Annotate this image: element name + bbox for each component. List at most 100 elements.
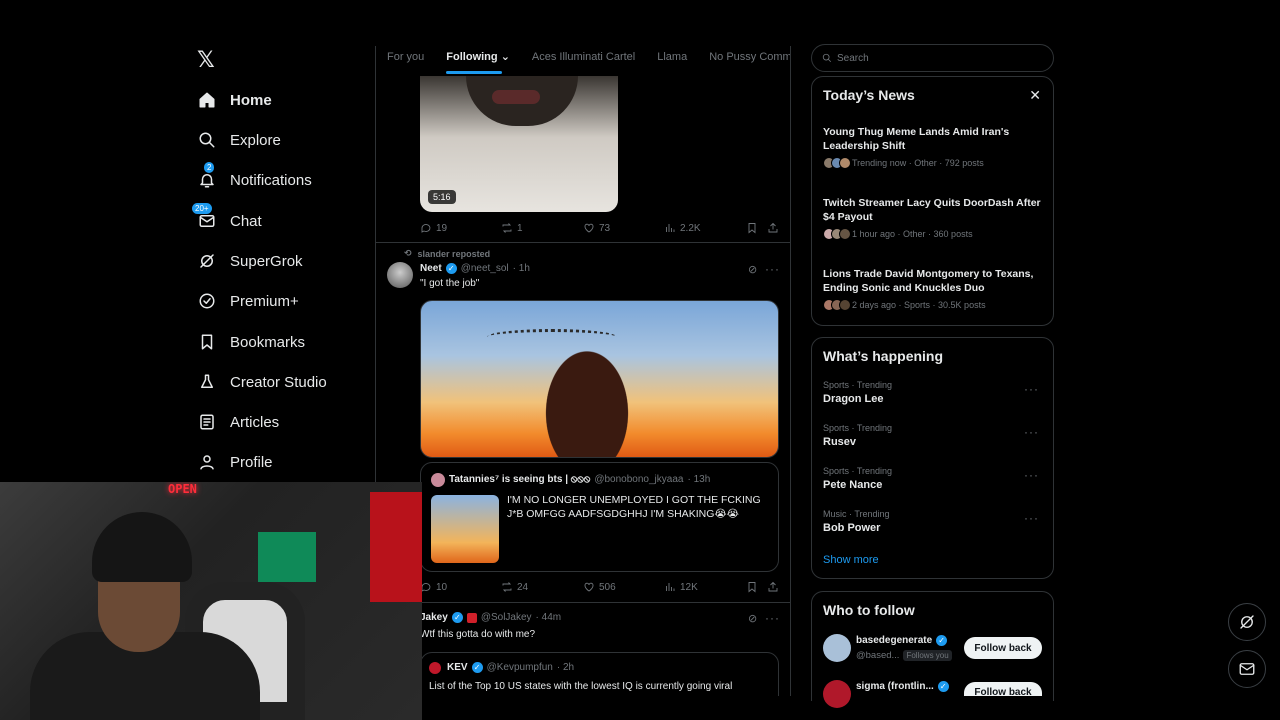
nav-home-label: Home (230, 91, 272, 109)
avatar[interactable] (823, 634, 851, 662)
nav-explore[interactable]: Explore (198, 126, 281, 154)
avatar[interactable] (387, 262, 413, 288)
repost-button[interactable]: 24 (501, 581, 528, 593)
share-button[interactable] (767, 581, 779, 593)
follow-back-button[interactable]: Follow back (964, 637, 1042, 659)
x-logo-icon[interactable]: 𝕏 (197, 48, 215, 73)
avatars-group (823, 157, 851, 169)
nav-bookmarks[interactable]: Bookmarks (198, 328, 305, 356)
verified-icon: ✓ (451, 612, 463, 623)
views-button[interactable]: 2.2K (664, 222, 701, 234)
news-item[interactable]: Twitch Streamer Lacy Quits DoorDash Afte… (823, 196, 1045, 240)
repost-icon (502, 582, 512, 592)
bookmark-icon (748, 223, 756, 234)
nav-chat-label: Chat (230, 212, 262, 230)
grok-icon[interactable]: ⊘ (748, 263, 757, 276)
reply-button[interactable]: 10 (420, 581, 447, 593)
repost-by-label[interactable]: slander reposted (418, 249, 491, 259)
more-icon[interactable]: ··· (1024, 511, 1039, 525)
follow-handle-row: @based... Follows you (856, 650, 952, 661)
quote-author-name: Tatannies⁷ is seeing bts | ⦸⦸⦸ (449, 474, 591, 485)
tab-no-pussy[interactable]: No Pussy Comme (709, 46, 790, 76)
timeline-feed[interactable]: For you Following ⌄ Aces Illuminati Cart… (375, 46, 791, 696)
more-icon[interactable]: ··· (765, 611, 784, 625)
todays-news-card: Today’s News ✕ Young Thug Meme Lands Ami… (811, 76, 1054, 326)
like-button[interactable]: 73 (583, 222, 610, 234)
who-to-follow-card: Who to follow basedegenerate ✓ @based...… (811, 591, 1054, 708)
more-icon[interactable]: ··· (765, 262, 784, 276)
grok-fab-button[interactable] (1228, 603, 1266, 641)
quote-time: · 13h (687, 474, 711, 485)
grok-icon[interactable]: ⊘ (748, 612, 757, 625)
search-bar[interactable] (811, 44, 1054, 72)
heart-icon (584, 582, 594, 592)
nav-chat[interactable]: 20+ Chat (192, 203, 262, 235)
tab-llama[interactable]: Llama (657, 46, 687, 76)
video-mouth (492, 90, 540, 104)
nav-creator-studio[interactable]: Creator Studio (198, 368, 327, 396)
author-name[interactable]: Neet (420, 263, 442, 274)
author-name[interactable]: Jakey (420, 612, 448, 623)
timeline-tabs: For you Following ⌄ Aces Illuminati Cart… (376, 46, 790, 76)
bell-icon (200, 174, 214, 188)
tab-aces-illuminati-cartel[interactable]: Aces Illuminati Cartel (532, 46, 635, 76)
bookmark-button[interactable] (746, 222, 758, 234)
quote-tweet[interactable]: KEV ✓ @Kevpumpfun · 2h List of the Top 1… (420, 652, 779, 696)
follow-name[interactable]: sigma (frontlin... (856, 681, 934, 692)
verified-badge-icon (199, 293, 215, 309)
reply-button[interactable]: 19 (420, 222, 447, 234)
trend-item[interactable]: Sports · Trending Dragon Lee ··· (823, 380, 1045, 405)
share-button[interactable] (767, 222, 779, 234)
more-icon[interactable]: ··· (1024, 468, 1039, 482)
follow-name-row: sigma (frontlin... ✓ (856, 681, 949, 692)
post-image[interactable] (420, 300, 779, 458)
news-item[interactable]: Young Thug Meme Lands Amid Iran's Leader… (823, 125, 1045, 169)
tab-following[interactable]: Following ⌄ (446, 46, 510, 76)
quote-time: · 2h (556, 662, 575, 673)
more-icon[interactable]: ··· (1024, 382, 1039, 396)
author-handle[interactable]: @SolJakey (481, 612, 532, 623)
nav-supergrok[interactable]: SuperGrok (198, 247, 303, 275)
trend-item[interactable]: Sports · Trending Pete Nance ··· (823, 466, 1045, 491)
share-icon (768, 581, 778, 592)
news-item-title: Young Thug Meme Lands Amid Iran's Leader… (823, 126, 1010, 152)
post-time[interactable]: · 44m (536, 612, 562, 623)
repost-indicator: ⟲ slander reposted (404, 248, 490, 259)
author-handle[interactable]: @neet_sol (461, 263, 509, 274)
trend-category: Music · Trending (823, 509, 890, 519)
quote-tweet[interactable]: Tatannies⁷ is seeing bts | ⦸⦸⦸ @bonobono… (420, 462, 779, 572)
messages-fab-button[interactable] (1228, 650, 1266, 688)
trend-item[interactable]: Sports · Trending Rusev ··· (823, 423, 1045, 448)
heart-icon (584, 223, 594, 233)
verified-icon: ✓ (937, 681, 949, 692)
follow-name[interactable]: basedegenerate (856, 635, 932, 646)
search-input[interactable] (837, 52, 1037, 64)
webcam-person-hat (92, 512, 192, 582)
repost-button[interactable]: 1 (501, 222, 523, 234)
nav-notifications[interactable]: 2 Notifications (198, 162, 312, 194)
nav-premium[interactable]: Premium+ (198, 287, 299, 315)
news-item-meta: 1 hour ago · Other · 360 posts (823, 228, 1045, 240)
bookmark-button[interactable] (746, 581, 758, 593)
post2-header: Neet ✓ @neet_sol · 1h (420, 263, 530, 274)
tab-for-you[interactable]: For you (387, 46, 424, 76)
like-count: 506 (599, 581, 616, 593)
reply-count: 19 (436, 222, 448, 234)
close-icon[interactable]: ✕ (1029, 87, 1041, 104)
follow-back-button[interactable]: Follow back (964, 682, 1042, 696)
post-time[interactable]: · 1h (513, 263, 530, 274)
avatar[interactable] (823, 680, 851, 708)
like-count: 73 (599, 222, 611, 234)
nav-home[interactable]: Home (198, 86, 272, 114)
trend-item[interactable]: Music · Trending Bob Power ··· (823, 509, 1045, 534)
more-icon[interactable]: ··· (1024, 425, 1039, 439)
news-item[interactable]: Lions Trade David Montgomery to Texans, … (823, 267, 1045, 311)
like-button[interactable]: 506 (583, 581, 616, 593)
nav-articles[interactable]: Articles (198, 408, 279, 436)
nav-profile[interactable]: Profile (198, 448, 273, 476)
article-icon (200, 414, 214, 430)
chevron-down-icon: ⌄ (500, 51, 510, 63)
show-more-link[interactable]: Show more (823, 554, 879, 566)
video-thumbnail[interactable]: 5:16 (420, 76, 618, 212)
views-button[interactable]: 12K (664, 581, 698, 593)
